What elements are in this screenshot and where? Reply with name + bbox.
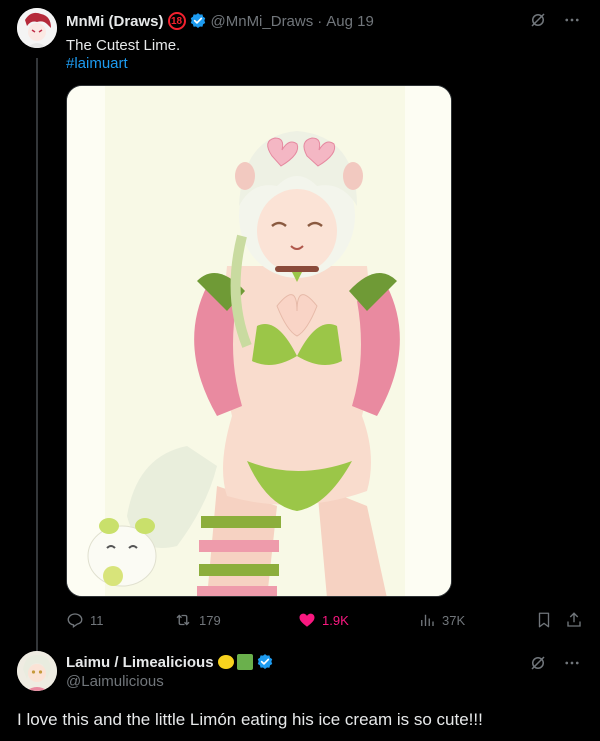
lemon-emoji-icon: [217, 655, 234, 669]
reply-button[interactable]: 11: [66, 608, 104, 632]
reply-author-avatar[interactable]: [17, 651, 57, 691]
illustration-image: [67, 86, 451, 596]
reply-author-name[interactable]: Laimu / Limealicious: [66, 654, 214, 671]
author-handle[interactable]: @MnMi_Draws: [211, 13, 314, 30]
green-square-emoji-icon: [236, 654, 253, 670]
repost-count: 179: [199, 612, 221, 628]
more-options-icon[interactable]: [562, 10, 582, 30]
views-button[interactable]: 37K: [418, 608, 465, 632]
author-name[interactable]: MnMi (Draws): [66, 13, 164, 30]
more-options-icon[interactable]: [562, 653, 582, 673]
thread-connector-line: [36, 58, 38, 652]
post-actions-bar: 11 179 1.9K 37K: [66, 608, 586, 632]
reply-text: I love this and the little Limón eating …: [17, 710, 483, 729]
reply-author-handle[interactable]: @Laimulicious: [66, 673, 164, 690]
repost-button[interactable]: 179: [173, 608, 221, 632]
views-count: 37K: [442, 612, 466, 628]
hashtag-link[interactable]: #laimuart: [66, 54, 128, 74]
share-icon: [567, 612, 581, 627]
bookmark-icon: [538, 612, 550, 628]
reply-header: Laimu / Limealicious: [66, 651, 274, 673]
verified-badge-icon: [190, 13, 205, 28]
grok-icon[interactable]: [528, 653, 548, 673]
post-header: MnMi (Draws) 18 @MnMi_Draws · Aug 19: [66, 10, 374, 32]
author-avatar[interactable]: [17, 8, 57, 48]
grok-icon[interactable]: [528, 10, 548, 30]
reply-top-actions: [528, 653, 582, 673]
like-button[interactable]: 1.9K: [298, 608, 349, 632]
age-restricted-badge: 18: [167, 12, 186, 30]
reply-count: 11: [90, 612, 104, 628]
post-date[interactable]: Aug 19: [326, 13, 374, 30]
bookmark-button[interactable]: [535, 608, 553, 632]
repost-icon: [176, 614, 190, 626]
reply-icon: [67, 613, 83, 629]
verified-badge-icon: [257, 654, 272, 669]
post-top-actions: [528, 10, 582, 30]
share-button[interactable]: [565, 608, 583, 632]
heart-icon: [299, 613, 315, 627]
like-count: 1.9K: [322, 612, 349, 628]
separator-dot: ·: [317, 12, 323, 30]
post-image[interactable]: [66, 85, 452, 597]
views-chart-icon: [421, 614, 434, 626]
post-text: The Cutest Lime.: [66, 37, 181, 54]
